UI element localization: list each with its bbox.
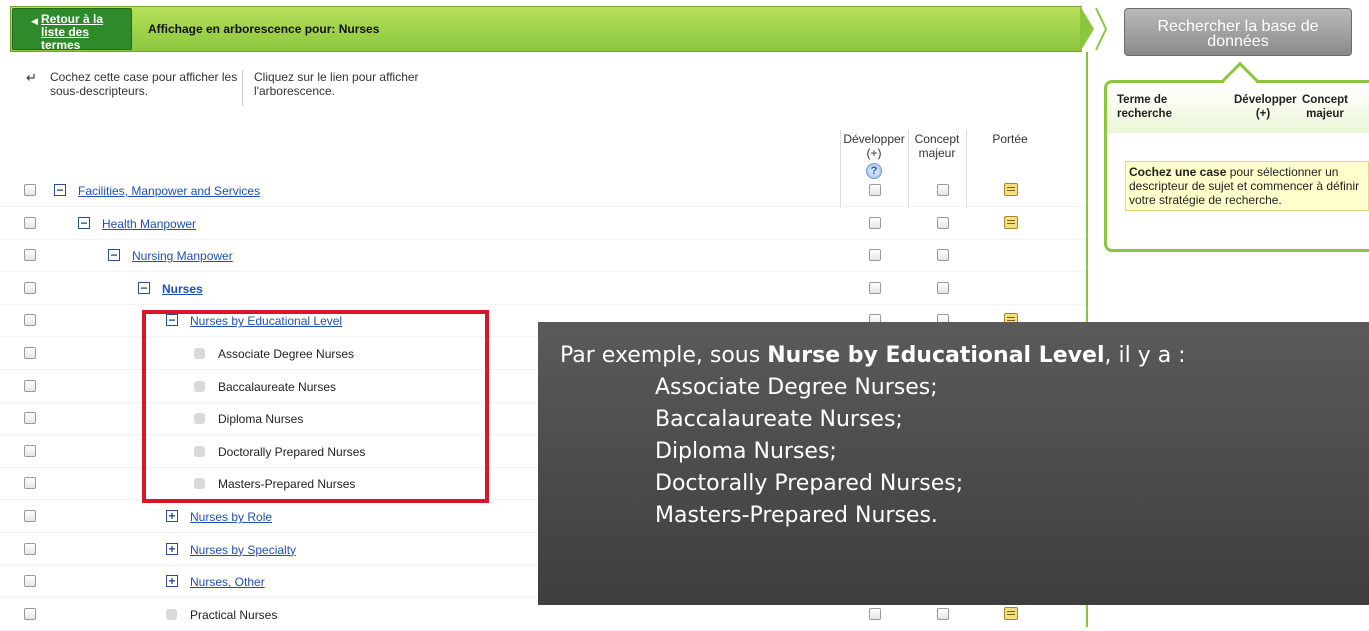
subdescriptor-checkbox[interactable] (24, 314, 36, 327)
subdescriptor-checkbox[interactable] (24, 542, 36, 555)
chevron-right-icon (1095, 7, 1108, 51)
subdescriptor-checkbox[interactable] (24, 379, 36, 392)
col-search-term: Terme de recherche (1117, 94, 1172, 120)
tree-term[interactable]: Nurses (162, 282, 203, 296)
subdescriptor-checkbox[interactable] (24, 412, 36, 425)
column-scope: Portée (992, 132, 1028, 146)
callout-item: Associate Degree Nurses; (655, 375, 938, 400)
major-concept-checkbox[interactable] (937, 216, 949, 229)
callout-list: Associate Degree Nurses; Baccalaureate Nu… (560, 372, 1369, 532)
back-to-term-list-label[interactable]: Retour à la liste des termes (41, 12, 103, 50)
subdescriptor-checkbox[interactable] (24, 607, 36, 620)
callout-suffix: , il y a : (1104, 343, 1186, 368)
callout-item: Diploma Nurses; (655, 439, 837, 464)
tree-term[interactable]: Facilities, Manpower and Services (78, 184, 260, 198)
subdescriptor-checkbox[interactable] (24, 184, 36, 196)
subdescriptor-checkbox[interactable] (24, 281, 36, 294)
return-arrow-icon: ↵ (26, 70, 37, 85)
expand-icon[interactable]: + (166, 510, 178, 522)
scope-note-icon[interactable] (1004, 606, 1018, 620)
search-hint-bold: Cochez une case (1129, 165, 1227, 179)
col-develop: Développer (+) (1234, 94, 1297, 120)
scope-note-icon[interactable] (1004, 215, 1018, 229)
column-develop: Développer (+) ? (842, 132, 906, 179)
subdescriptor-checkbox[interactable] (24, 347, 36, 359)
subdescriptor-checkbox[interactable] (24, 510, 36, 522)
example-callout: Par exemple, sous Nurse by Educational L… (538, 322, 1369, 605)
tree-row: − Nurses (0, 273, 1086, 305)
scope-note-icon[interactable] (1004, 183, 1018, 196)
major-concept-checkbox[interactable] (937, 184, 949, 196)
tree-term: Practical Nurses (190, 607, 278, 622)
develop-checkbox[interactable] (869, 607, 881, 620)
link-hint: Cliquez sur le lien pour afficher l'arbo… (254, 70, 419, 98)
tree-term[interactable]: Nurses by Specialty (190, 543, 296, 557)
callout-prefix: Par exemple, sous (560, 343, 768, 368)
expand-icon[interactable]: + (166, 542, 178, 555)
expand-icon[interactable]: + (166, 575, 178, 588)
collapse-icon[interactable]: − (108, 249, 120, 262)
collapse-icon[interactable]: − (138, 281, 150, 294)
callout-item: Doctorally Prepared Nurses; (655, 471, 964, 496)
tree-term[interactable]: Nurses by Role (190, 510, 272, 524)
subdescriptor-checkbox[interactable] (24, 477, 36, 490)
subdescriptor-checkbox[interactable] (24, 216, 36, 229)
develop-checkbox[interactable] (869, 184, 881, 196)
instructions-divider (242, 70, 243, 106)
develop-checkbox[interactable] (869, 216, 881, 229)
collapse-icon[interactable]: − (54, 184, 66, 196)
search-term-header: Terme de recherche Développer (+) Concep… (1107, 85, 1369, 133)
header-arrow (1080, 6, 1094, 52)
tree-term[interactable]: Nursing Manpower (132, 249, 233, 263)
tree-term[interactable]: Health Manpower (102, 217, 196, 231)
checkbox-hint: Cochez cette case pour afficher les sous… (50, 70, 238, 98)
major-concept-checkbox[interactable] (937, 281, 949, 294)
callout-lead: Par exemple, sous Nurse by Educational L… (560, 340, 1369, 372)
back-to-term-list-button[interactable]: ◀ Retour à la liste des termes (12, 8, 132, 50)
search-database-button[interactable]: Rechercher la base de données (1124, 8, 1352, 56)
search-term-panel: Terme de recherche Développer (+) Concep… (1104, 61, 1369, 252)
tree-row: − Facilities, Manpower and Services (0, 175, 1086, 207)
leaf-bullet-icon (166, 608, 177, 620)
col-major: Concept majeur (1302, 94, 1348, 120)
search-hint: Cochez une case pour sélectionner un des… (1125, 161, 1369, 211)
callout-term: Nurse by Educational Level (767, 343, 1105, 368)
develop-checkbox[interactable] (869, 281, 881, 294)
highlight-box (142, 310, 489, 503)
collapse-icon[interactable]: − (78, 216, 90, 229)
callout-item: Masters-Prepared Nurses. (655, 503, 938, 528)
column-major: Concept majeur (914, 132, 960, 160)
develop-checkbox[interactable] (869, 249, 881, 262)
major-concept-checkbox[interactable] (937, 607, 949, 620)
subdescriptor-checkbox[interactable] (24, 575, 36, 588)
tree-term[interactable]: Nurses, Other (190, 575, 265, 589)
back-arrow-icon: ◀ (31, 16, 38, 26)
page-title: Affichage en arborescence pour: Nurses (148, 22, 380, 36)
subdescriptor-checkbox[interactable] (24, 249, 36, 262)
column-develop-label: Développer (+) (843, 132, 905, 160)
callout-item: Baccalaureate Nurses; (655, 407, 903, 432)
tree-row: − Health Manpower (0, 208, 1086, 240)
subdescriptor-checkbox[interactable] (24, 444, 36, 457)
tree-row: − Nursing Manpower (0, 240, 1086, 273)
major-concept-checkbox[interactable] (937, 249, 949, 262)
